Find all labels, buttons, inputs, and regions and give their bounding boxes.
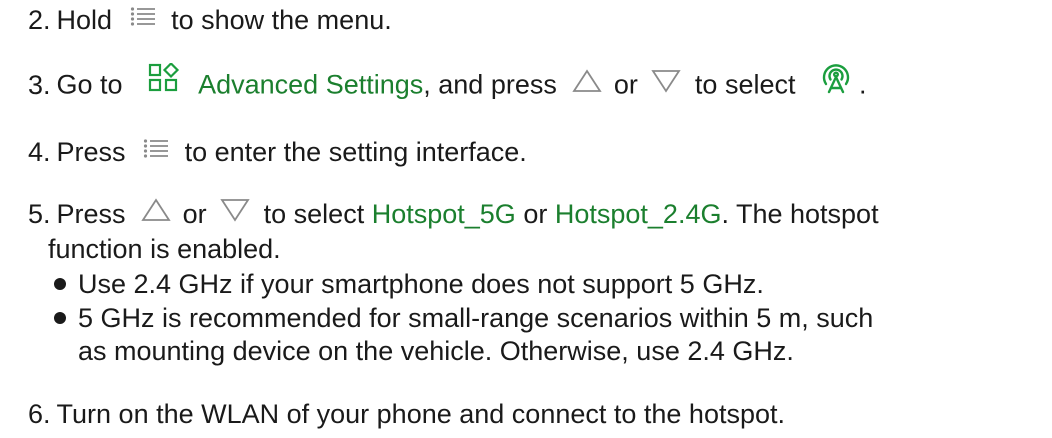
bullet-text: Use 2.4 GHz if your smartphone does not …: [78, 269, 764, 299]
step-number: 2.: [28, 5, 51, 35]
step-5: 5. Press or to select Hotspot_5G or Hotsp…: [28, 196, 879, 234]
step-4: 4. Press to enter the setting interface.: [28, 134, 527, 172]
step-text: to enter the setting interface.: [184, 137, 527, 167]
bullet-dot: [54, 278, 66, 290]
step-text: to select: [263, 199, 365, 229]
bullet-dot: [54, 312, 66, 324]
step-number: 6.: [28, 399, 51, 429]
keyword-hotspot-5g: Hotspot_5G: [371, 199, 516, 229]
step-6: 6. Turn on the WLAN of your phone and con…: [28, 396, 785, 432]
step-text: or: [613, 69, 638, 100]
step-5-continuation: function is enabled.: [48, 234, 281, 264]
step-text: Turn on the WLAN of your phone and conne…: [56, 399, 785, 429]
step-3: 3.Go to Advanced Settings, and press or: [28, 61, 867, 107]
step-text: to show the menu.: [171, 5, 392, 35]
step-text: Hold: [56, 5, 113, 35]
step-text: or: [182, 199, 207, 229]
keyword-advanced-settings: Advanced Settings: [198, 69, 424, 100]
step-number: 5.: [28, 199, 51, 229]
advanced-settings-icon: [148, 61, 180, 102]
bullet-text: 5 GHz is recommended for small-range sce…: [78, 303, 874, 333]
bullet-continuation: as mounting device on the vehicle. Other…: [78, 336, 794, 366]
bullet-item: 5 GHz is recommended for small-range sce…: [54, 302, 873, 335]
menu-list-icon: [130, 1, 156, 37]
step-text: .: [859, 69, 867, 100]
hotspot-icon: [819, 62, 853, 103]
step-text: or: [523, 199, 548, 229]
step-2: 2. Hold to show the menu.: [28, 2, 392, 40]
menu-list-icon: [143, 133, 169, 169]
up-triangle-icon: [572, 66, 603, 102]
step-text: Go to: [56, 69, 123, 100]
keyword-hotspot-2-4g: Hotspot_2.4G: [554, 199, 722, 229]
step-text: , and press: [423, 69, 557, 100]
step-text: Press: [56, 199, 126, 229]
down-triangle-icon: [651, 66, 682, 102]
step-text: to select: [694, 69, 796, 100]
step-number: 4.: [28, 137, 51, 167]
step-text: . The hotspot: [721, 199, 879, 229]
step-number: 3.: [28, 69, 51, 100]
up-triangle-icon: [141, 195, 171, 231]
bullet-item: Use 2.4 GHz if your smartphone does not …: [54, 268, 764, 301]
down-triangle-icon: [220, 195, 250, 231]
step-text: Press: [56, 137, 126, 167]
